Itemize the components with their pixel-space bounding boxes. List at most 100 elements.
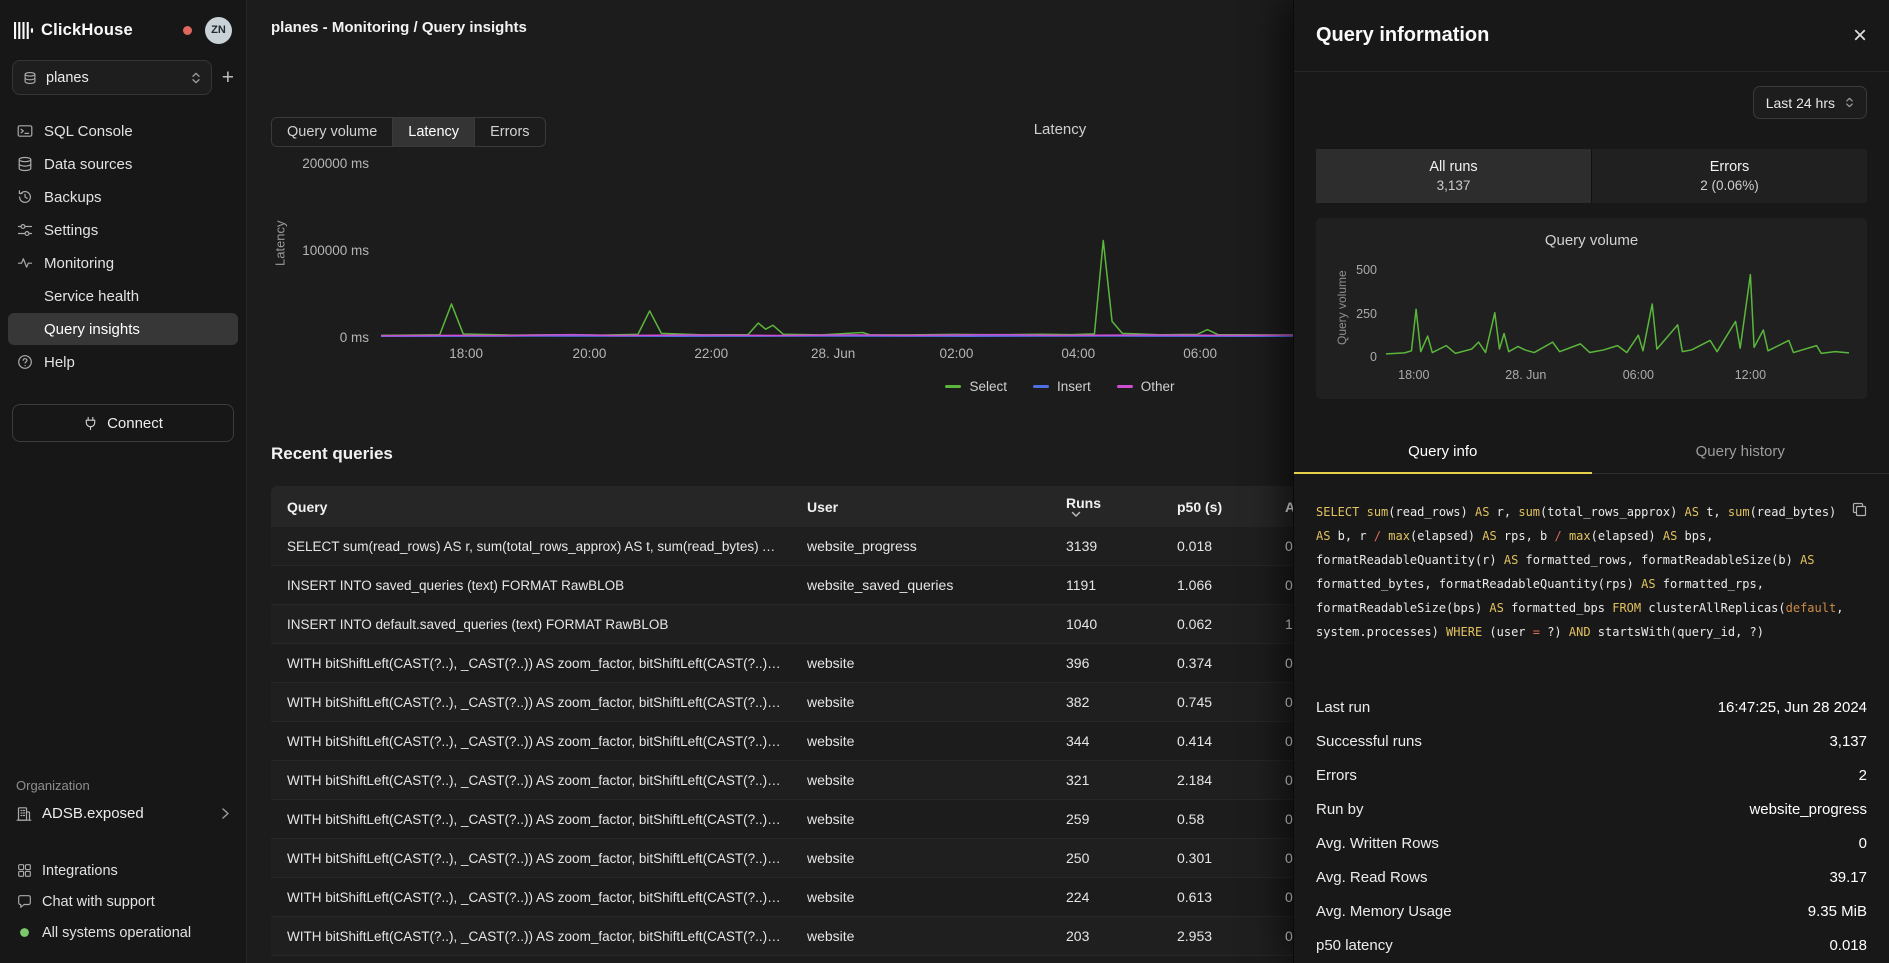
- building-icon: [16, 806, 32, 822]
- sql-query-text: SELECT sum(read_rows) AS r, sum(total_ro…: [1316, 500, 1867, 644]
- sidebar: ClickHouse ZN planes + SQL Console: [0, 0, 247, 963]
- chevron-right-icon: [221, 807, 230, 820]
- column-header-runs[interactable]: Runs: [1054, 486, 1165, 527]
- close-icon[interactable]: ×: [1853, 24, 1867, 48]
- cell-runs: 396: [1054, 644, 1165, 683]
- sidebar-item-backups[interactable]: Backups: [8, 181, 238, 213]
- y-tick-label: 0 ms: [340, 330, 369, 345]
- cell-query: WITH bitShiftLeft(CAST(?..), _CAST(?..))…: [271, 800, 795, 839]
- stat-label: Errors: [1710, 159, 1749, 175]
- y-tick-label: 500: [1356, 263, 1377, 277]
- panel-title: Query information: [1316, 24, 1489, 47]
- cell-p50: 1.066: [1165, 566, 1273, 605]
- sidebar-item-monitoring[interactable]: Monitoring: [8, 247, 238, 279]
- footer-item-integrations[interactable]: Integrations: [16, 856, 230, 885]
- stat-label: All runs: [1429, 159, 1477, 175]
- legend-label: Select: [969, 379, 1007, 394]
- cell-query: WITH bitShiftLeft(CAST(?..), _CAST(?..))…: [271, 722, 795, 761]
- notification-dot-icon: [183, 26, 192, 35]
- x-tick-label: 22:00: [694, 346, 728, 361]
- app: ClickHouse ZN planes + SQL Console: [0, 0, 1889, 963]
- cell-runs: 224: [1054, 878, 1165, 917]
- tab-errors-stat[interactable]: Errors 2 (0.06%): [1591, 149, 1867, 203]
- x-tick-label: 06:00: [1183, 346, 1217, 361]
- x-tick-label: 20:00: [573, 346, 607, 361]
- detail-row-errors: Errors2: [1316, 758, 1867, 792]
- cell-user: website: [795, 917, 1054, 956]
- sidebar-item-help[interactable]: Help: [8, 346, 238, 378]
- cell-p50: 0.374: [1165, 644, 1273, 683]
- cell-query: WITH bitShiftLeft(CAST(?..), _CAST(?..))…: [271, 761, 795, 800]
- legend-swatch: [1033, 385, 1049, 388]
- query-volume-chart: Query volume Query volume 0250500 18:002…: [1316, 218, 1867, 399]
- chat-bubble-icon: [16, 894, 32, 909]
- legend-label: Other: [1141, 379, 1175, 394]
- cell-p50: 0.301: [1165, 839, 1273, 878]
- connect-button[interactable]: Connect: [12, 404, 234, 442]
- sidebar-item-sql-console[interactable]: SQL Console: [8, 115, 238, 147]
- sidebar-item-label: Monitoring: [44, 255, 114, 272]
- cell-query: SELECT sum(read_rows) AS r, sum(total_ro…: [271, 527, 795, 566]
- tab-query-info[interactable]: Query info: [1294, 433, 1592, 473]
- status-dot-icon: [16, 927, 32, 938]
- chevron-updown-icon: [1845, 96, 1854, 109]
- avatar[interactable]: ZN: [205, 17, 232, 44]
- footer-item-label: Integrations: [42, 863, 118, 879]
- sidebar-item-settings[interactable]: Settings: [8, 214, 238, 246]
- add-service-button[interactable]: +: [222, 67, 234, 88]
- tab-errors[interactable]: Errors: [475, 118, 544, 146]
- cell-runs: 382: [1054, 683, 1165, 722]
- organization-switcher[interactable]: ADSB.exposed: [16, 805, 230, 822]
- cell-runs: 344: [1054, 722, 1165, 761]
- legend-item-select: Select: [945, 379, 1007, 394]
- service-row: planes +: [0, 60, 246, 95]
- sidebar-nav: SQL Console Data sources Backups Setting…: [0, 115, 246, 378]
- sidebar-item-data-sources[interactable]: Data sources: [8, 148, 238, 180]
- legend-swatch: [1117, 385, 1133, 388]
- column-header-p50[interactable]: p50 (s): [1165, 486, 1273, 527]
- monitoring-pulse-icon: [16, 255, 33, 271]
- cell-query: INSERT INTO saved_queries (text) FORMAT …: [271, 566, 795, 605]
- cell-p50: 0.062: [1165, 605, 1273, 644]
- y-axis-ticks: 0 ms100000 ms200000 ms: [289, 150, 381, 337]
- service-selector[interactable]: planes: [12, 60, 212, 95]
- chevron-updown-icon: [191, 71, 201, 85]
- cell-user: website: [795, 800, 1054, 839]
- connect-label: Connect: [107, 415, 163, 432]
- integrations-grid-icon: [16, 863, 32, 878]
- sidebar-item-service-health[interactable]: Service health: [8, 280, 238, 312]
- copy-icon[interactable]: [1852, 502, 1867, 517]
- cell-p50: 2.184: [1165, 761, 1273, 800]
- column-header-user[interactable]: User: [795, 486, 1054, 527]
- cell-user: [795, 605, 1054, 644]
- plot-area: 18:0028. Jun06:0012:00: [1386, 259, 1849, 356]
- sidebar-footer: Integrations Chat with support All syste…: [0, 856, 246, 947]
- tab-query-volume[interactable]: Query volume: [272, 118, 393, 146]
- x-tick-label: 04:00: [1061, 346, 1095, 361]
- footer-item-chat-support[interactable]: Chat with support: [16, 887, 230, 916]
- sliders-icon: [16, 222, 33, 238]
- service-name: planes: [46, 70, 89, 86]
- database-icon: [16, 156, 33, 172]
- service-icon: [23, 71, 37, 85]
- column-header-query[interactable]: Query: [271, 486, 795, 527]
- tab-latency[interactable]: Latency: [393, 118, 475, 146]
- organization-name: ADSB.exposed: [42, 805, 144, 822]
- stat-value: 2 (0.06%): [1700, 178, 1759, 193]
- legend-label: Insert: [1057, 379, 1091, 394]
- tab-query-history[interactable]: Query history: [1592, 433, 1889, 473]
- footer-item-system-status[interactable]: All systems operational: [16, 918, 230, 947]
- y-tick-label: 200000 ms: [302, 156, 369, 171]
- y-axis-ticks: 0250500: [1350, 259, 1386, 356]
- sort-chevron-icon: [1071, 511, 1081, 518]
- time-range-select[interactable]: Last 24 hrs: [1753, 86, 1867, 119]
- detail-row-last-run: Last run16:47:25, Jun 28 2024: [1316, 690, 1867, 724]
- detail-row-successful-runs: Successful runs3,137: [1316, 724, 1867, 758]
- cell-user: website: [795, 683, 1054, 722]
- cell-p50: 0.58: [1165, 800, 1273, 839]
- sidebar-item-query-insights[interactable]: Query insights: [8, 313, 238, 345]
- x-axis-ticks: 18:0028. Jun06:0012:00: [1386, 356, 1849, 384]
- tab-all-runs[interactable]: All runs 3,137: [1316, 149, 1591, 203]
- backup-history-icon: [16, 189, 33, 205]
- detail-row-p50-latency: p50 latency0.018: [1316, 928, 1867, 962]
